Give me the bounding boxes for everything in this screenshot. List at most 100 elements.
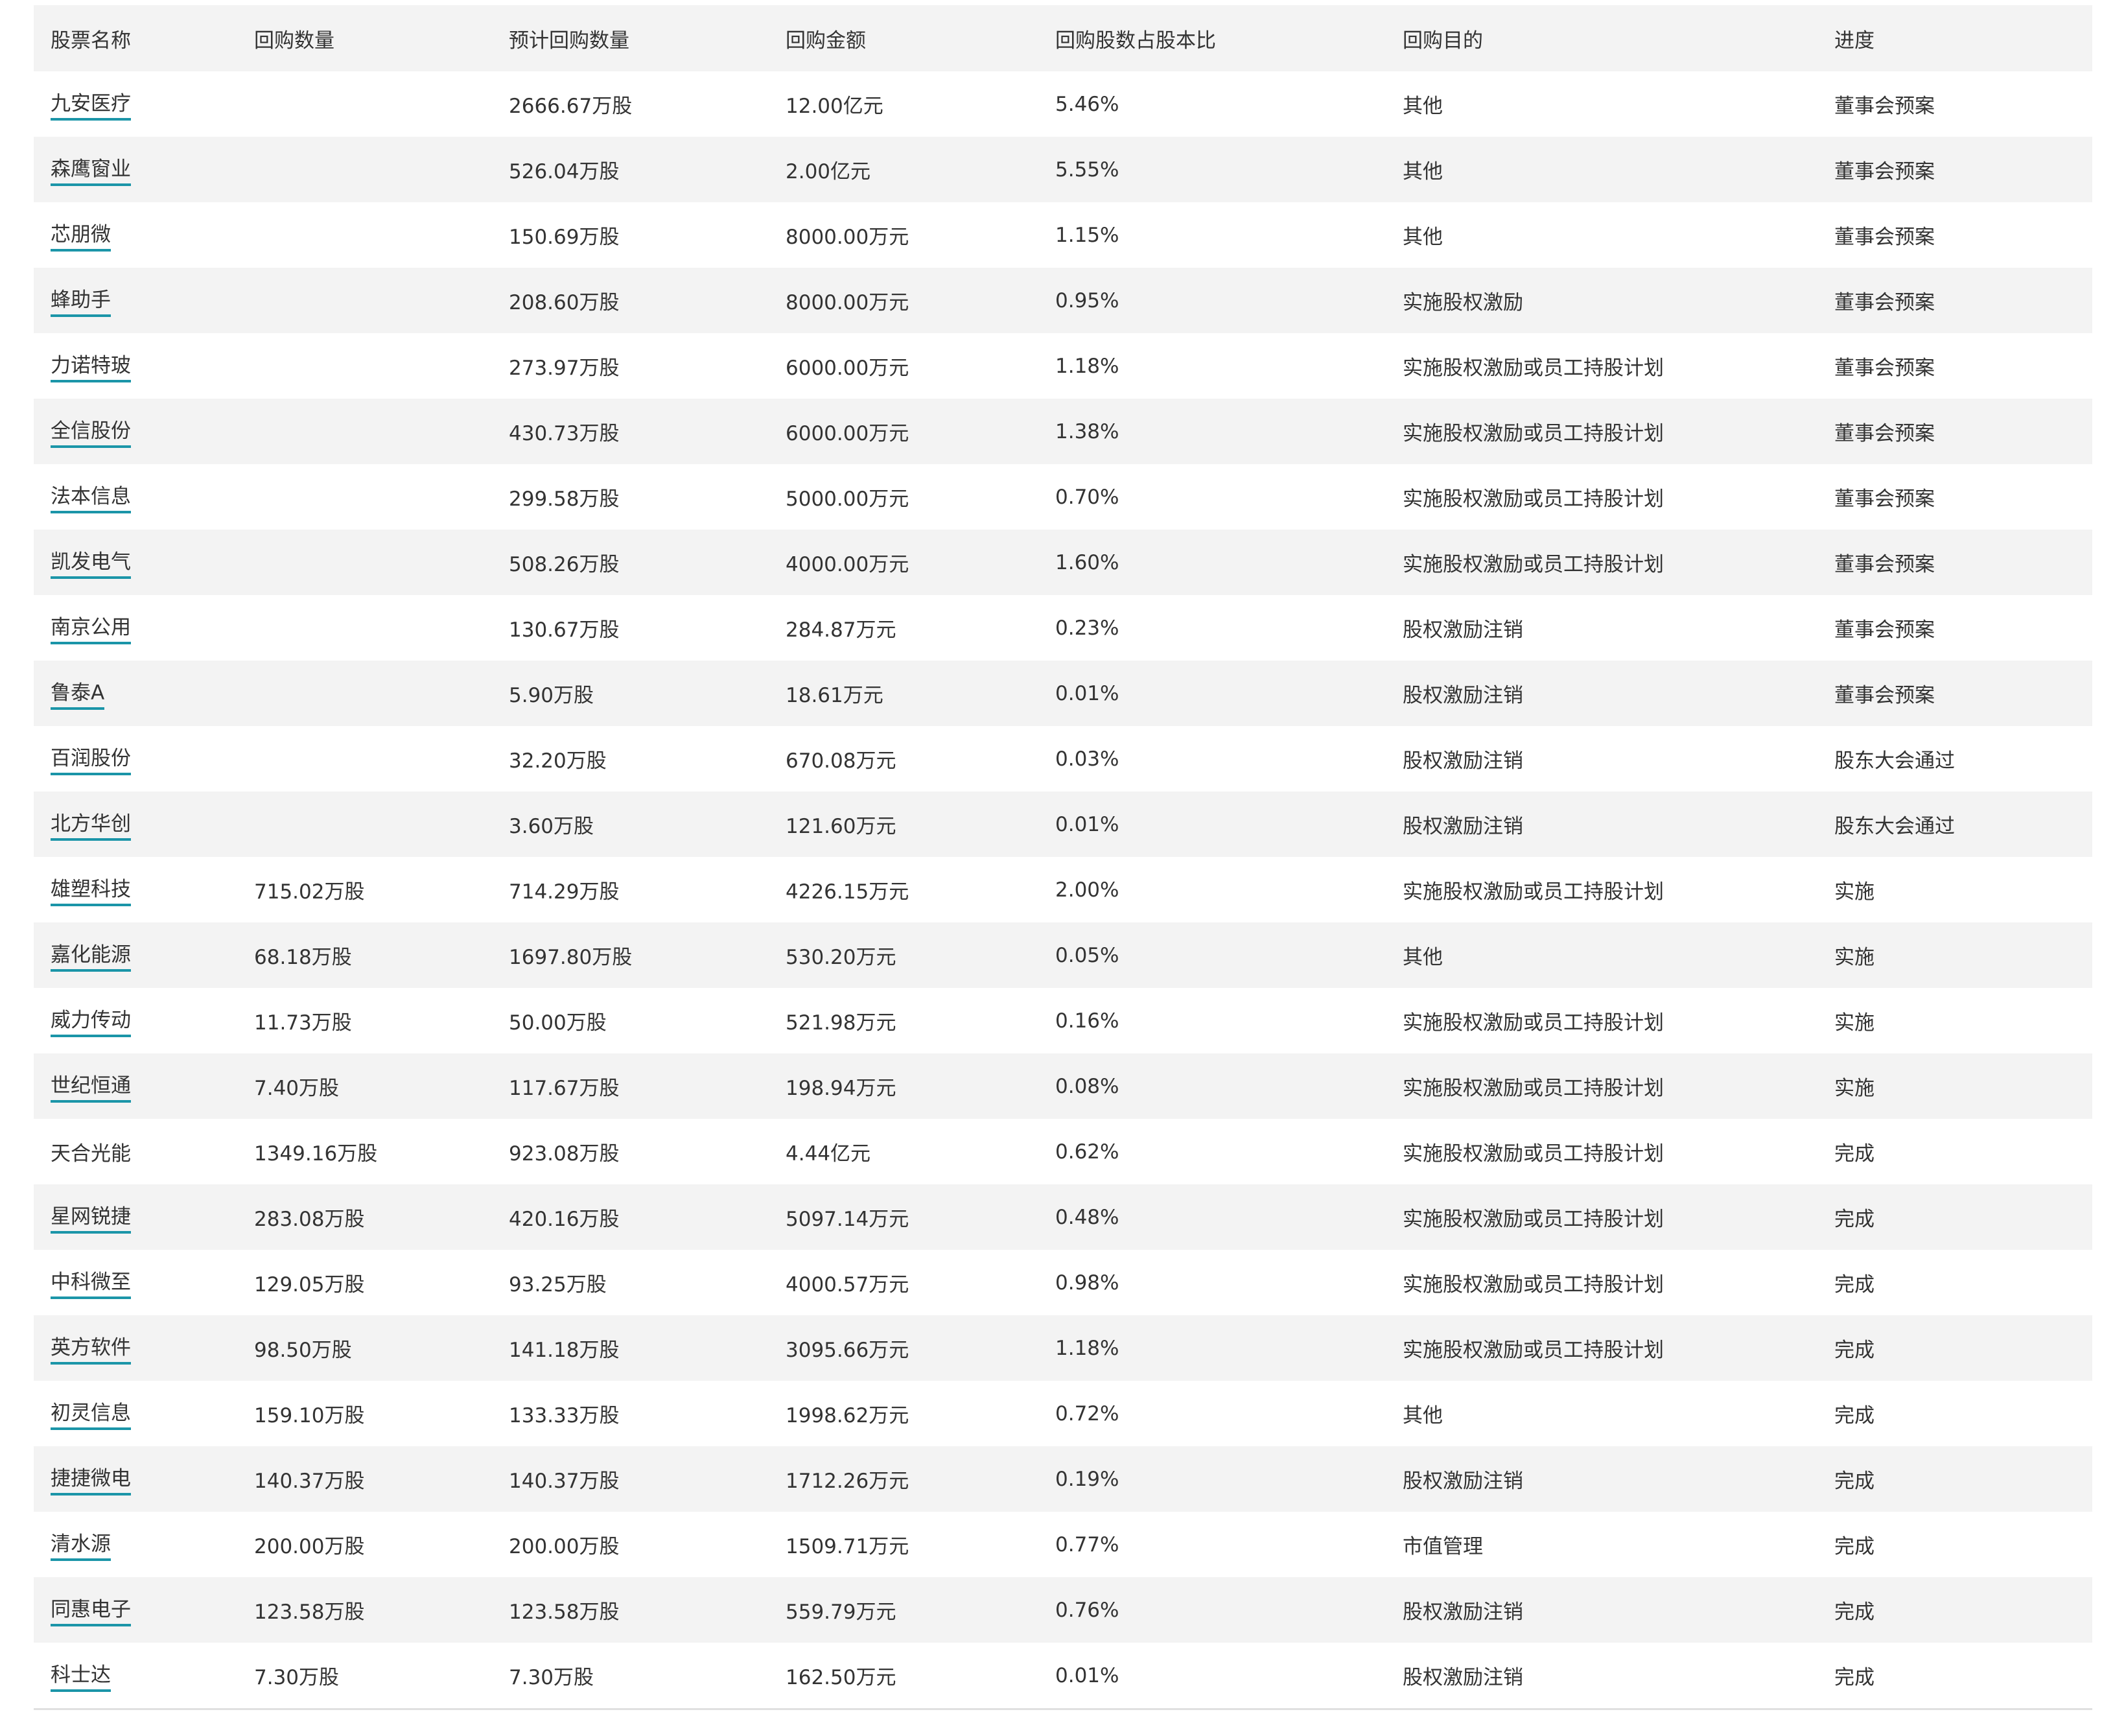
table-row: 雄塑科技 715.02万股 714.29万股 4226.15万元 2.00% 实施股权激励… (34, 857, 2092, 922)
share-ratio-cell: 0.62% (1055, 1140, 1119, 1164)
stock-name-link[interactable]: 芯朋微 (51, 224, 111, 252)
column-header-purpose[interactable]: 回购目的 (1403, 5, 1483, 71)
column-header-planned-qty[interactable]: 预计回购数量 (509, 5, 629, 71)
purpose-cell: 实施股权激励或员工持股计划 (1403, 357, 1664, 380)
amount-cell: 3095.66万元 (786, 1339, 909, 1362)
share-ratio-cell: 0.76% (1055, 1598, 1119, 1622)
share-ratio-cell: 0.03% (1055, 747, 1119, 771)
progress-cell: 完成 (1834, 1601, 1875, 1624)
planned-qty-cell: 1697.80万股 (509, 946, 633, 969)
stock-name-link[interactable]: 英方软件 (51, 1337, 131, 1365)
amount-cell: 1509.71万元 (786, 1535, 909, 1558)
purpose-cell: 其他 (1403, 946, 1443, 969)
stock-name-cell: 中科微至 (51, 1250, 131, 1315)
purpose-cell: 股权激励注销 (1403, 749, 1523, 773)
planned-qty-cell: 5.90万股 (509, 684, 594, 707)
amount-cell: 4000.57万元 (786, 1273, 909, 1296)
planned-qty-cell: 714.29万股 (509, 880, 620, 904)
progress-cell: 实施 (1834, 1077, 1875, 1100)
table-row: 威力传动 11.73万股 50.00万股 521.98万元 0.16% 实施股权激励或员工… (34, 988, 2092, 1053)
repurchased-qty-cell: 7.40万股 (254, 1077, 340, 1100)
stock-name-cell: 全信股份 (51, 399, 131, 464)
stock-name-cell: 力诺特玻 (51, 333, 131, 399)
column-header-share-ratio[interactable]: 回购股数占股本比 (1055, 5, 1216, 71)
progress-cell: 完成 (1834, 1404, 1875, 1427)
column-header-amount[interactable]: 回购金额 (786, 5, 866, 71)
stock-name-link[interactable]: 中科微至 (51, 1271, 131, 1299)
amount-cell: 284.87万元 (786, 618, 896, 642)
share-ratio-cell: 0.70% (1055, 485, 1119, 509)
stock-name-link[interactable]: 初灵信息 (51, 1402, 131, 1430)
progress-cell: 完成 (1834, 1273, 1875, 1296)
planned-qty-cell: 420.16万股 (509, 1208, 620, 1231)
stock-name-link[interactable]: 星网锐捷 (51, 1206, 131, 1234)
stock-name-link[interactable]: 雄塑科技 (51, 878, 131, 906)
stock-name-link[interactable]: 科士达 (51, 1664, 111, 1692)
purpose-cell: 股权激励注销 (1403, 684, 1523, 707)
planned-qty-cell: 133.33万股 (509, 1404, 620, 1427)
progress-cell: 董事会预案 (1834, 95, 1935, 118)
stock-name-cell: 嘉化能源 (51, 922, 131, 988)
stock-name-link[interactable]: 九安医疗 (51, 93, 131, 121)
stock-name-cell: 科士达 (51, 1643, 111, 1708)
stock-name-link[interactable]: 蜂助手 (51, 289, 111, 317)
amount-cell: 6000.00万元 (786, 422, 909, 445)
planned-qty-cell: 150.69万股 (509, 226, 620, 249)
share-ratio-cell: 0.08% (1055, 1074, 1119, 1098)
share-ratio-cell: 0.01% (1055, 812, 1119, 836)
table-row: 凯发电气 508.26万股 4000.00万元 1.60% 实施股权激励或员工持股计划 董… (34, 530, 2092, 595)
stock-name-cell: 凯发电气 (51, 530, 131, 595)
table-row: 星网锐捷 283.08万股 420.16万股 5097.14万元 0.48% 实施股权激励… (34, 1184, 2092, 1250)
stock-name-link[interactable]: 南京公用 (51, 616, 131, 644)
planned-qty-cell: 117.67万股 (509, 1077, 620, 1100)
planned-qty-cell: 7.30万股 (509, 1666, 594, 1689)
share-ratio-cell: 2.00% (1055, 878, 1119, 902)
stock-name-link[interactable]: 同惠电子 (51, 1599, 131, 1626)
stock-name-cell: 鲁泰A (51, 661, 105, 726)
stock-name-link[interactable]: 法本信息 (51, 486, 131, 513)
purpose-cell: 其他 (1403, 95, 1443, 118)
column-header-repurchased-qty[interactable]: 回购数量 (254, 5, 334, 71)
stock-name-cell: 百润股份 (51, 726, 131, 792)
stock-name-cell: 清水源 (51, 1512, 111, 1577)
stock-name-link[interactable]: 捷捷微电 (51, 1468, 131, 1496)
stock-name-cell: 天合光能 (51, 1119, 131, 1184)
table-row: 力诺特玻 273.97万股 6000.00万元 1.18% 实施股权激励或员工持股计划 董… (34, 333, 2092, 399)
planned-qty-cell: 2666.67万股 (509, 95, 633, 118)
share-ratio-cell: 0.19% (1055, 1467, 1119, 1491)
planned-qty-cell: 32.20万股 (509, 749, 607, 773)
amount-cell: 530.20万元 (786, 946, 896, 969)
stock-name-link[interactable]: 世纪恒通 (51, 1075, 131, 1103)
stock-name-link[interactable]: 力诺特玻 (51, 355, 131, 382)
stock-name-link[interactable]: 森鹰窗业 (51, 158, 131, 186)
repurchased-qty-cell: 7.30万股 (254, 1666, 340, 1689)
stock-name-link[interactable]: 凯发电气 (51, 551, 131, 579)
purpose-cell: 实施股权激励或员工持股计划 (1403, 553, 1664, 576)
repurchased-qty-cell: 11.73万股 (254, 1011, 352, 1035)
stock-name-cell: 星网锐捷 (51, 1184, 131, 1250)
stock-name-link[interactable]: 嘉化能源 (51, 944, 131, 972)
stock-name-cell: 九安医疗 (51, 71, 131, 137)
progress-cell: 完成 (1834, 1208, 1875, 1231)
purpose-cell: 实施股权激励或员工持股计划 (1403, 1273, 1664, 1296)
purpose-cell: 实施股权激励或员工持股计划 (1403, 422, 1664, 445)
repurchased-qty-cell: 715.02万股 (254, 880, 365, 904)
share-ratio-cell: 1.60% (1055, 550, 1119, 574)
table-row: 百润股份 32.20万股 670.08万元 0.03% 股权激励注销 股东大会通过 (34, 726, 2092, 792)
stock-name-link[interactable]: 鲁泰A (51, 682, 105, 710)
stock-name-link[interactable]: 百润股份 (51, 747, 131, 775)
stock-name-link[interactable]: 威力传动 (51, 1009, 131, 1037)
column-header-progress[interactable]: 进度 (1834, 5, 1875, 71)
amount-cell: 198.94万元 (786, 1077, 896, 1100)
amount-cell: 4.44亿元 (786, 1142, 871, 1166)
stock-name-link[interactable]: 全信股份 (51, 420, 131, 448)
stock-name-link[interactable]: 北方华创 (51, 813, 131, 841)
column-header-stock-name[interactable]: 股票名称 (51, 5, 131, 71)
progress-cell: 董事会预案 (1834, 291, 1935, 314)
table-row: 南京公用 130.67万股 284.87万元 0.23% 股权激励注销 董事会预案 (34, 595, 2092, 661)
progress-cell: 董事会预案 (1834, 553, 1935, 576)
stock-name-cell: 森鹰窗业 (51, 137, 131, 202)
amount-cell: 670.08万元 (786, 749, 896, 773)
progress-cell: 股东大会通过 (1834, 815, 1955, 838)
stock-name-link[interactable]: 清水源 (51, 1533, 111, 1561)
